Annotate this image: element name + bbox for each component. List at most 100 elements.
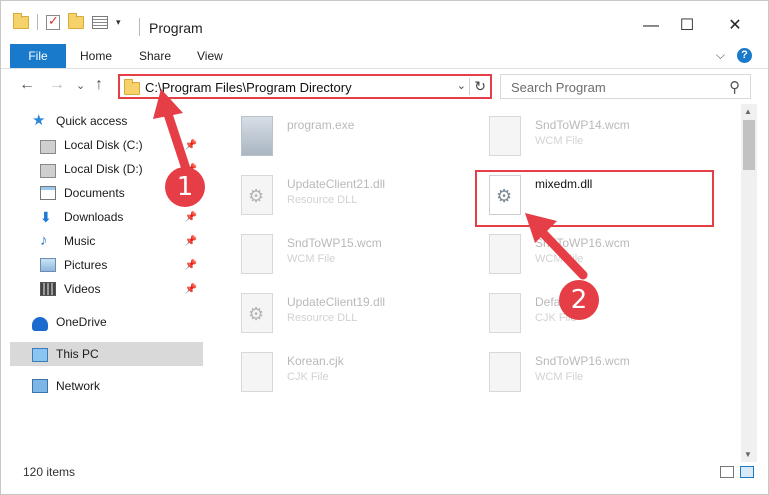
step-1-badge: 1 [165,167,205,207]
back-arrow-icon[interactable]: ← [19,76,35,94]
step-2-badge: 2 [559,280,599,320]
pin-icon[interactable]: 📌 [185,212,197,223]
sidebar-item-label: Network [56,379,101,393]
forward-arrow-icon[interactable]: → [49,76,65,94]
file-explorer-window: ▾ Program — ☐ ✕ File Home Share View ⌵ ?… [0,0,769,495]
maximize-button[interactable]: ☐ [664,11,710,41]
expand-ribbon-icon[interactable]: ⌵ [716,48,725,63]
disk-icon [40,163,56,178]
vertical-scrollbar[interactable]: ▲ ▼ [741,104,757,462]
file-item[interactable]: UpdateClient21.dll Resource DLL [221,167,456,221]
step2-arrow [525,213,588,280]
file-item[interactable]: SndToWP16.wcm WCM File [469,344,704,398]
network-icon [32,379,48,393]
chevron-down-icon[interactable]: ▾ [116,17,121,28]
file-type: CJK File [287,371,329,383]
customize-icon[interactable] [92,15,108,29]
pictures-icon [40,258,56,272]
sidebar-item-label: Documents [64,186,125,200]
dll-file-icon [241,293,273,333]
sidebar-item-label: Quick access [56,114,128,128]
document-file-icon [489,234,521,274]
file-type: WCM File [287,253,336,265]
sidebar-item-label: This PC [56,347,99,361]
navigation-bar: ← → ⌄ ↑ C:\Program Files\Program Directo… [1,71,768,101]
close-button[interactable]: ✕ [712,11,758,41]
pin-icon[interactable]: 📌 [185,260,197,271]
tab-home[interactable]: Home [80,44,112,68]
scroll-thumb[interactable] [743,120,755,170]
document-file-icon [241,352,273,392]
file-item[interactable]: UpdateClient19.dll Resource DLL [221,285,456,339]
videos-icon [40,282,56,296]
help-icon[interactable]: ? [737,48,752,63]
documents-icon [40,186,56,200]
search-box[interactable]: Search Program ⚲ [500,74,751,99]
sidebar-item-label: Videos [64,282,101,296]
document-file-icon [489,293,521,333]
sidebar-item-this-pc[interactable]: This PC [10,342,203,366]
disk-icon [40,139,56,154]
sidebar-item-network[interactable]: Network [32,374,203,398]
scroll-up-icon[interactable]: ▲ [744,107,752,116]
sidebar-item-downloads[interactable]: ⬇ Downloads 📌 [40,205,203,229]
sidebar-item-label: Music [64,234,96,248]
sidebar-item-label: Pictures [64,258,108,272]
up-arrow-icon[interactable]: ↑ [95,76,103,94]
file-type: Resource DLL [287,194,358,206]
sidebar-item-label: Local Disk (D:) [64,162,143,176]
address-dropdown-icon[interactable]: ⌄ [457,79,466,92]
window-title: Program [149,20,203,36]
file-name: program.exe [287,118,355,132]
scroll-down-icon[interactable]: ▼ [744,450,752,459]
recent-locations-icon[interactable]: ⌄ [76,79,85,92]
refresh-icon[interactable]: ↻ [469,78,486,95]
tab-view[interactable]: View [197,44,223,68]
quick-access-toolbar: ▾ [13,12,121,30]
music-icon: ♪ [40,232,48,249]
large-icons-view-icon[interactable] [740,466,754,478]
file-name: SndToWP15.wcm [287,236,382,250]
file-item[interactable]: SndToWP14.wcm WCM File [469,108,704,162]
file-item[interactable]: Korean.cjk CJK File [221,344,456,398]
document-file-icon [489,352,521,392]
tab-file[interactable]: File [10,44,66,68]
file-name: SndToWP16.wcm [535,354,630,368]
file-item[interactable]: program.exe [221,108,456,162]
title-bar: ▾ Program — ☐ ✕ [1,1,768,41]
star-icon: ★ [32,112,46,129]
document-file-icon [241,234,273,274]
downloads-icon: ⬇ [40,209,52,225]
sidebar-item-label: Downloads [64,210,124,224]
file-name: UpdateClient21.dll [287,177,386,191]
file-list: program.exe SndToWP14.wcm WCM File Updat… [211,104,741,462]
sidebar-item-label: OneDrive [56,315,107,329]
toolbar-divider [37,14,38,30]
item-count: 120 items [23,465,76,479]
file-type: WCM File [535,135,584,147]
sidebar-item-videos[interactable]: Videos 📌 [40,277,203,301]
view-switcher [720,466,754,478]
folder-icon [124,79,140,95]
sidebar-item-music[interactable]: ♪ Music 📌 [40,229,203,253]
details-view-icon[interactable] [720,466,734,478]
ribbon-controls: ⌵ ? [716,48,752,63]
sidebar-item-label: Local Disk (C:) [64,138,143,152]
onedrive-icon [32,316,48,331]
tab-share[interactable]: Share [139,44,171,68]
file-type: Resource DLL [287,312,358,324]
title-divider [139,18,140,36]
sidebar-item-onedrive[interactable]: OneDrive [32,310,203,334]
pin-icon[interactable]: 📌 [185,284,197,295]
pin-icon[interactable]: 📌 [185,236,197,247]
search-icon[interactable]: ⚲ [729,78,740,96]
search-placeholder[interactable]: Search Program [511,80,606,95]
file-item[interactable]: SndToWP15.wcm WCM File [221,226,456,280]
ribbon-tabs: File Home Share View ⌵ ? [1,44,768,69]
sidebar-item-pictures[interactable]: Pictures 📌 [40,253,203,277]
this-pc-icon [32,347,48,362]
file-name: Korean.cjk [287,354,344,368]
folder-icon [13,12,29,29]
new-folder-icon[interactable] [68,12,84,29]
properties-check-icon[interactable] [46,13,60,30]
